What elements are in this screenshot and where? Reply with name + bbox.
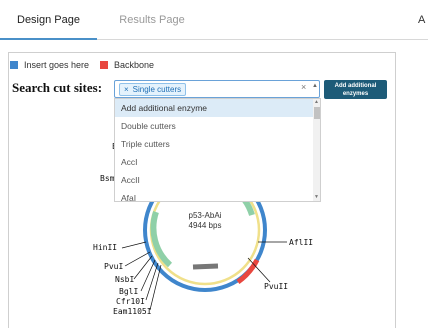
scroll-down-icon[interactable]: ▼ (314, 194, 319, 200)
clear-icon[interactable]: × (301, 82, 306, 92)
chip-single-cutters[interactable]: × Single cutters (119, 83, 187, 96)
chip-label: Single cutters (132, 85, 182, 94)
legend-backbone-label: Backbone (114, 60, 155, 70)
tab-design-page[interactable]: Design Page (0, 0, 97, 40)
add-button-line2: enzymes (342, 91, 369, 97)
dropdown-scrollbar[interactable]: ▲ ▼ (313, 99, 320, 201)
caret-up-icon[interactable]: ▲ (312, 83, 318, 89)
enzyme-dropdown-list[interactable]: Add additional enzyme Double cutters Tri… (114, 98, 321, 202)
dropdown-option-accii[interactable]: AccII (115, 171, 313, 189)
cut-sites-select[interactable]: × Single cutters × ▲ (114, 80, 320, 98)
chip-remove-icon[interactable]: × (124, 85, 129, 94)
search-cut-sites-label: Search cut sites: (12, 80, 103, 95)
dropdown-option-acci[interactable]: AccI (115, 153, 313, 171)
add-additional-enzymes-button[interactable]: Add additional enzymes (324, 80, 387, 99)
legend-insert-swatch (10, 61, 18, 69)
tab-results-page[interactable]: Results Page (97, 0, 207, 40)
dropdown-option-double-cutters[interactable]: Double cutters (115, 117, 313, 135)
tab-extra[interactable]: A (418, 0, 428, 40)
scroll-up-icon[interactable]: ▲ (314, 99, 319, 105)
legend-insert: Insert goes here (10, 60, 89, 70)
legend-backbone: Backbone (100, 60, 154, 70)
legend-insert-label: Insert goes here (24, 60, 90, 70)
dropdown-option-add-additional-enzyme[interactable]: Add additional enzyme (115, 99, 313, 117)
dropdown-option-triple-cutters[interactable]: Triple cutters (115, 135, 313, 153)
add-button-line1: Add additional (334, 83, 377, 89)
scrollbar-thumb[interactable] (314, 107, 320, 119)
tab-bar: Design Page Results Page A (0, 0, 428, 40)
dropdown-option-afai[interactable]: AfaI (115, 189, 313, 201)
legend-backbone-swatch (100, 61, 108, 69)
